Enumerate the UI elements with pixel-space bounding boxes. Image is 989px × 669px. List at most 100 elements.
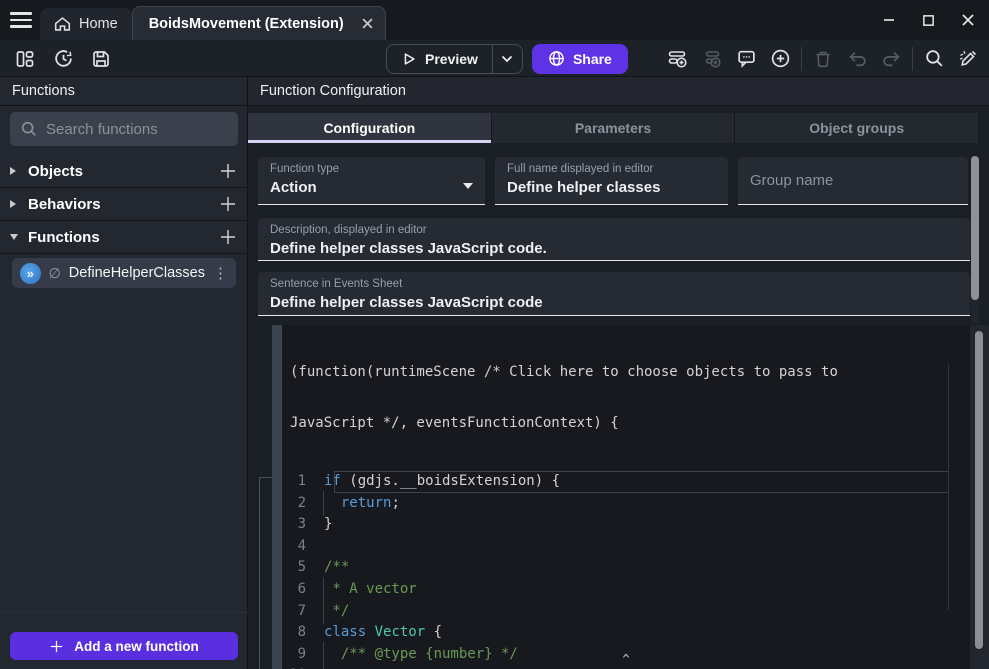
- config-scrollbar-thumb[interactable]: [971, 156, 979, 300]
- add-object-icon[interactable]: [218, 161, 238, 181]
- main-title: Function Configuration: [260, 83, 406, 99]
- app-window: Home BoidsMovement (Extension): [0, 0, 989, 669]
- panels-layout-icon[interactable]: [12, 46, 38, 72]
- code-scrollbar[interactable]: [970, 325, 989, 669]
- trash-icon[interactable]: [810, 46, 836, 72]
- full-name-field[interactable]: Full name displayed in editor Define hel…: [495, 157, 728, 205]
- code-lines: 1 if (gdjs.__boidsExtension) { 2 return;…: [282, 471, 970, 669]
- line-number: 4: [282, 536, 322, 558]
- save-icon[interactable]: [88, 46, 114, 72]
- add-new-function-button[interactable]: Add a new function: [10, 632, 238, 660]
- search-icon[interactable]: [921, 46, 947, 72]
- sidebar-title: Functions: [12, 83, 75, 99]
- close-icon[interactable]: [961, 13, 975, 27]
- sidebar-header: Functions: [0, 77, 247, 106]
- functions-sidebar: Functions Objects Behaviors Functions: [0, 77, 248, 669]
- extension-tree: Objects Behaviors Functions: [0, 155, 248, 254]
- tab-configuration[interactable]: Configuration: [248, 113, 491, 143]
- magic-pen-icon[interactable]: [955, 46, 981, 72]
- line-number: 10: [282, 665, 322, 669]
- search-functions-box[interactable]: [10, 112, 238, 146]
- share-label: Share: [573, 51, 612, 67]
- config-scrollbar[interactable]: [971, 156, 979, 324]
- sidebar-footer: Add a new function: [0, 612, 248, 669]
- code-line[interactable]: 7 */: [282, 601, 970, 623]
- code-header[interactable]: (function(runtimeScene /* Click here to …: [282, 325, 970, 466]
- code-line[interactable]: 5 /**: [282, 557, 970, 579]
- function-icon: »: [20, 263, 41, 284]
- undo-icon[interactable]: [844, 46, 870, 72]
- code-line[interactable]: 8 class Vector {: [282, 622, 970, 644]
- add-comment-icon[interactable]: [733, 46, 759, 72]
- tab-close-icon[interactable]: [362, 18, 373, 29]
- event-drag-handle[interactable]: [272, 325, 282, 669]
- minimize-icon[interactable]: [882, 13, 896, 27]
- config-tabs: Configuration Parameters Object groups: [248, 113, 978, 143]
- add-function-icon[interactable]: [218, 227, 238, 247]
- main-menu-icon[interactable]: [10, 8, 38, 32]
- line-number: 1: [282, 471, 322, 493]
- main-header: Function Configuration: [248, 77, 989, 106]
- code-editor-area: (function(runtimeScene /* Click here to …: [248, 325, 989, 669]
- add-sub-event-icon[interactable]: [699, 46, 725, 72]
- tab-object-groups[interactable]: Object groups: [735, 113, 978, 143]
- tab-home-label: Home: [79, 16, 118, 32]
- toolbar-separator: [801, 47, 802, 71]
- code-line[interactable]: 6 * A vector: [282, 579, 970, 601]
- preview-label: Preview: [425, 51, 478, 67]
- preview-button-group: Preview: [386, 44, 523, 74]
- code-line[interactable]: 1 if (gdjs.__boidsExtension) {: [282, 471, 970, 493]
- search-icon: [20, 120, 38, 138]
- preview-button[interactable]: Preview: [387, 45, 492, 73]
- redo-icon[interactable]: [878, 46, 904, 72]
- chevron-down-icon: [10, 234, 24, 240]
- toolbar: Preview Share: [0, 40, 989, 77]
- plus-icon: [49, 639, 64, 654]
- sidebar-item-objects[interactable]: Objects: [0, 155, 248, 188]
- private-function-icon: ∅: [49, 265, 61, 282]
- line-number: 5: [282, 557, 322, 579]
- tab-extension-label: BoidsMovement (Extension): [149, 16, 344, 32]
- function-type-select[interactable]: Function type Action: [258, 157, 485, 205]
- sidebar-item-functions[interactable]: Functions: [0, 221, 248, 254]
- group-name-field[interactable]: [738, 157, 968, 205]
- add-new-function-label: Add a new function: [74, 639, 199, 654]
- globe-icon: [548, 50, 565, 67]
- line-number: 7: [282, 601, 322, 623]
- line-number: 8: [282, 622, 322, 644]
- tab-home[interactable]: Home: [40, 8, 132, 40]
- maximize-icon[interactable]: [922, 14, 935, 27]
- titlebar: Home BoidsMovement (Extension): [0, 0, 989, 40]
- line-number: 2: [282, 493, 322, 515]
- line-number: 6: [282, 579, 322, 601]
- function-configuration-panel: Function Configuration Configuration Par…: [248, 77, 989, 669]
- tab-parameters[interactable]: Parameters: [492, 113, 735, 143]
- function-item-label: DefineHelperClasses: [69, 265, 205, 281]
- event-bracket: [259, 477, 272, 669]
- collapse-caret-icon[interactable]: ^: [622, 652, 629, 666]
- description-field[interactable]: Description, displayed in editor Define …: [258, 218, 970, 261]
- code-line[interactable]: 4: [282, 536, 970, 558]
- code-scrollbar-thumb[interactable]: [975, 331, 983, 649]
- function-item-selected[interactable]: » ∅ DefineHelperClasses ⋮: [12, 258, 236, 288]
- chevron-right-icon: [10, 167, 24, 175]
- group-name-input[interactable]: [750, 172, 956, 189]
- editor-right-border: [948, 364, 949, 610]
- share-button[interactable]: Share: [532, 44, 628, 74]
- code-line[interactable]: 2 return;: [282, 493, 970, 515]
- sentence-field[interactable]: Sentence in Events Sheet Define helper c…: [258, 272, 970, 316]
- sidebar-item-behaviors[interactable]: Behaviors: [0, 188, 248, 221]
- window-controls: [882, 0, 975, 40]
- choose-event-icon[interactable]: [767, 46, 793, 72]
- tab-extension[interactable]: BoidsMovement (Extension): [132, 6, 386, 40]
- history-icon[interactable]: [50, 46, 76, 72]
- preview-dropdown-chevron-icon[interactable]: [492, 45, 522, 73]
- toolbar-separator: [912, 47, 913, 71]
- chevron-right-icon: [10, 200, 24, 208]
- search-functions-input[interactable]: [46, 121, 245, 138]
- add-behavior-icon[interactable]: [218, 194, 238, 214]
- add-event-icon[interactable]: [665, 46, 691, 72]
- javascript-code-editor[interactable]: (function(runtimeScene /* Click here to …: [282, 325, 970, 669]
- code-line[interactable]: 3 }: [282, 514, 970, 536]
- kebab-menu-icon[interactable]: ⋮: [213, 264, 228, 282]
